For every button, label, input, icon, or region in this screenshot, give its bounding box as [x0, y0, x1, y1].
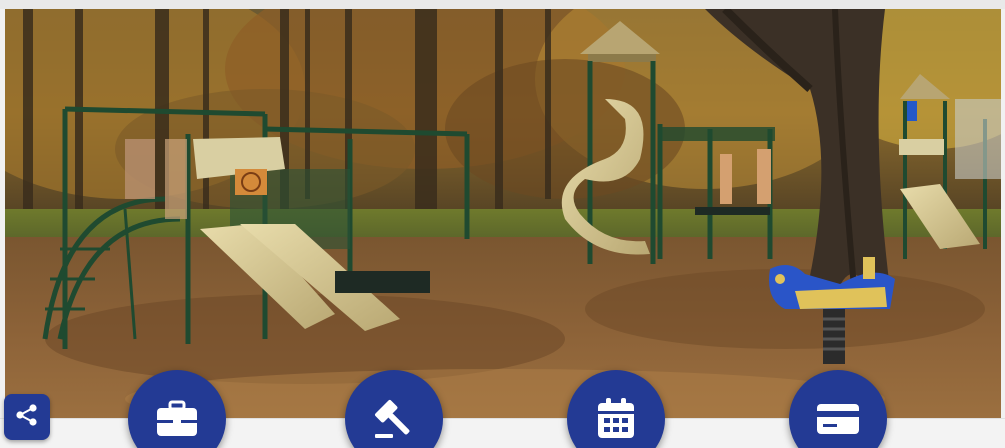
share-icon — [14, 402, 40, 433]
playground-photo — [5, 9, 1001, 422]
hero-image — [5, 9, 1001, 422]
share-button[interactable] — [4, 394, 50, 440]
calendar-icon — [593, 396, 639, 442]
top-strip — [0, 0, 1005, 9]
gavel-icon — [371, 396, 417, 442]
briefcase-icon — [154, 396, 200, 442]
credit-card-icon — [815, 396, 861, 442]
app-screen — [0, 0, 1005, 448]
